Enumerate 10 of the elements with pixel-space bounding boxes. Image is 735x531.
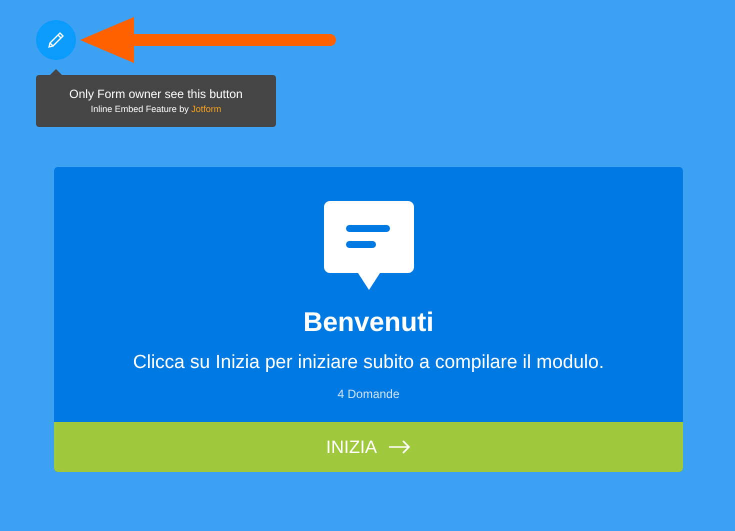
question-count: 4 Domande bbox=[337, 386, 400, 403]
message-icon bbox=[324, 201, 414, 291]
arrow-right-icon bbox=[389, 440, 411, 454]
welcome-description: Clicca su Inizia per iniziare subito a compilare il modulo. bbox=[133, 351, 604, 375]
tooltip-title: Only Form owner see this button bbox=[69, 86, 243, 102]
start-button[interactable]: INIZIA bbox=[54, 422, 683, 472]
pencil-icon bbox=[46, 30, 66, 50]
tooltip-credit: Inline Embed Feature by Jotform bbox=[90, 103, 222, 116]
edit-button[interactable] bbox=[36, 20, 76, 60]
welcome-title: Benvenuti bbox=[303, 306, 434, 339]
